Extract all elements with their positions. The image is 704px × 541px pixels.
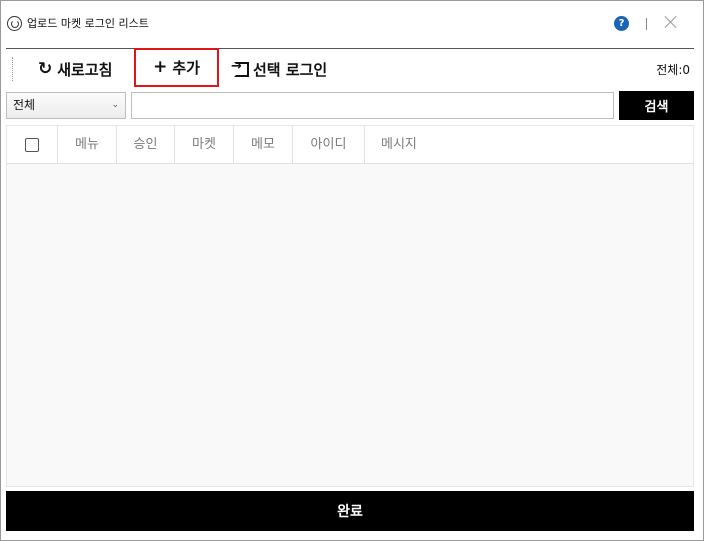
toolbar: ↻ 새로고침 + 추가 선택 로그인 전체:0 xyxy=(6,48,694,89)
select-all-checkbox[interactable] xyxy=(25,138,39,152)
filter-select[interactable]: 전체 ⌄ xyxy=(6,92,126,119)
title-bar: 업로드 마켓 로그인 리스트 ? xyxy=(1,1,703,45)
select-login-button[interactable]: 선택 로그인 xyxy=(231,49,328,89)
close-icon[interactable] xyxy=(663,14,679,30)
plus-icon: + xyxy=(153,57,168,77)
table-header: 메뉴 승인 마켓 메모 아이디 메시지 xyxy=(7,126,693,164)
refresh-label: 새로고침 xyxy=(57,60,113,79)
chevron-down-icon: ⌄ xyxy=(111,100,119,110)
search-button[interactable]: 검색 xyxy=(619,91,694,120)
help-icon[interactable]: ? xyxy=(614,16,629,31)
select-login-label: 선택 로그인 xyxy=(253,60,328,79)
column-header-approve[interactable]: 승인 xyxy=(117,126,175,164)
column-header-market[interactable]: 마켓 xyxy=(175,126,234,164)
login-icon xyxy=(231,59,249,77)
column-header-message[interactable]: 메시지 xyxy=(365,126,693,164)
market-login-table: 메뉴 승인 마켓 메모 아이디 메시지 xyxy=(6,125,694,487)
column-header-menu[interactable]: 메뉴 xyxy=(58,126,117,164)
refresh-button[interactable]: ↻ 새로고침 xyxy=(38,49,112,89)
filter-selected-value: 전체 xyxy=(13,98,36,112)
column-header-memo[interactable]: 메모 xyxy=(234,126,293,164)
total-count: 전체:0 xyxy=(656,63,690,77)
toolbar-grip xyxy=(12,57,13,81)
refresh-icon: ↻ xyxy=(38,58,53,79)
search-input[interactable] xyxy=(131,92,614,119)
add-button[interactable]: + 추가 xyxy=(134,48,219,87)
window-title: 업로드 마켓 로그인 리스트 xyxy=(27,17,149,30)
done-button[interactable]: 완료 xyxy=(6,491,694,531)
title-divider xyxy=(646,18,647,30)
add-label: 추가 xyxy=(172,59,200,77)
main-window: 업로드 마켓 로그인 리스트 ? ↻ 새로고침 + 추가 선택 로그인 전체:0… xyxy=(0,0,704,541)
column-header-id[interactable]: 아이디 xyxy=(293,126,365,164)
header-select-all xyxy=(7,126,58,164)
app-logo-icon xyxy=(7,16,22,31)
